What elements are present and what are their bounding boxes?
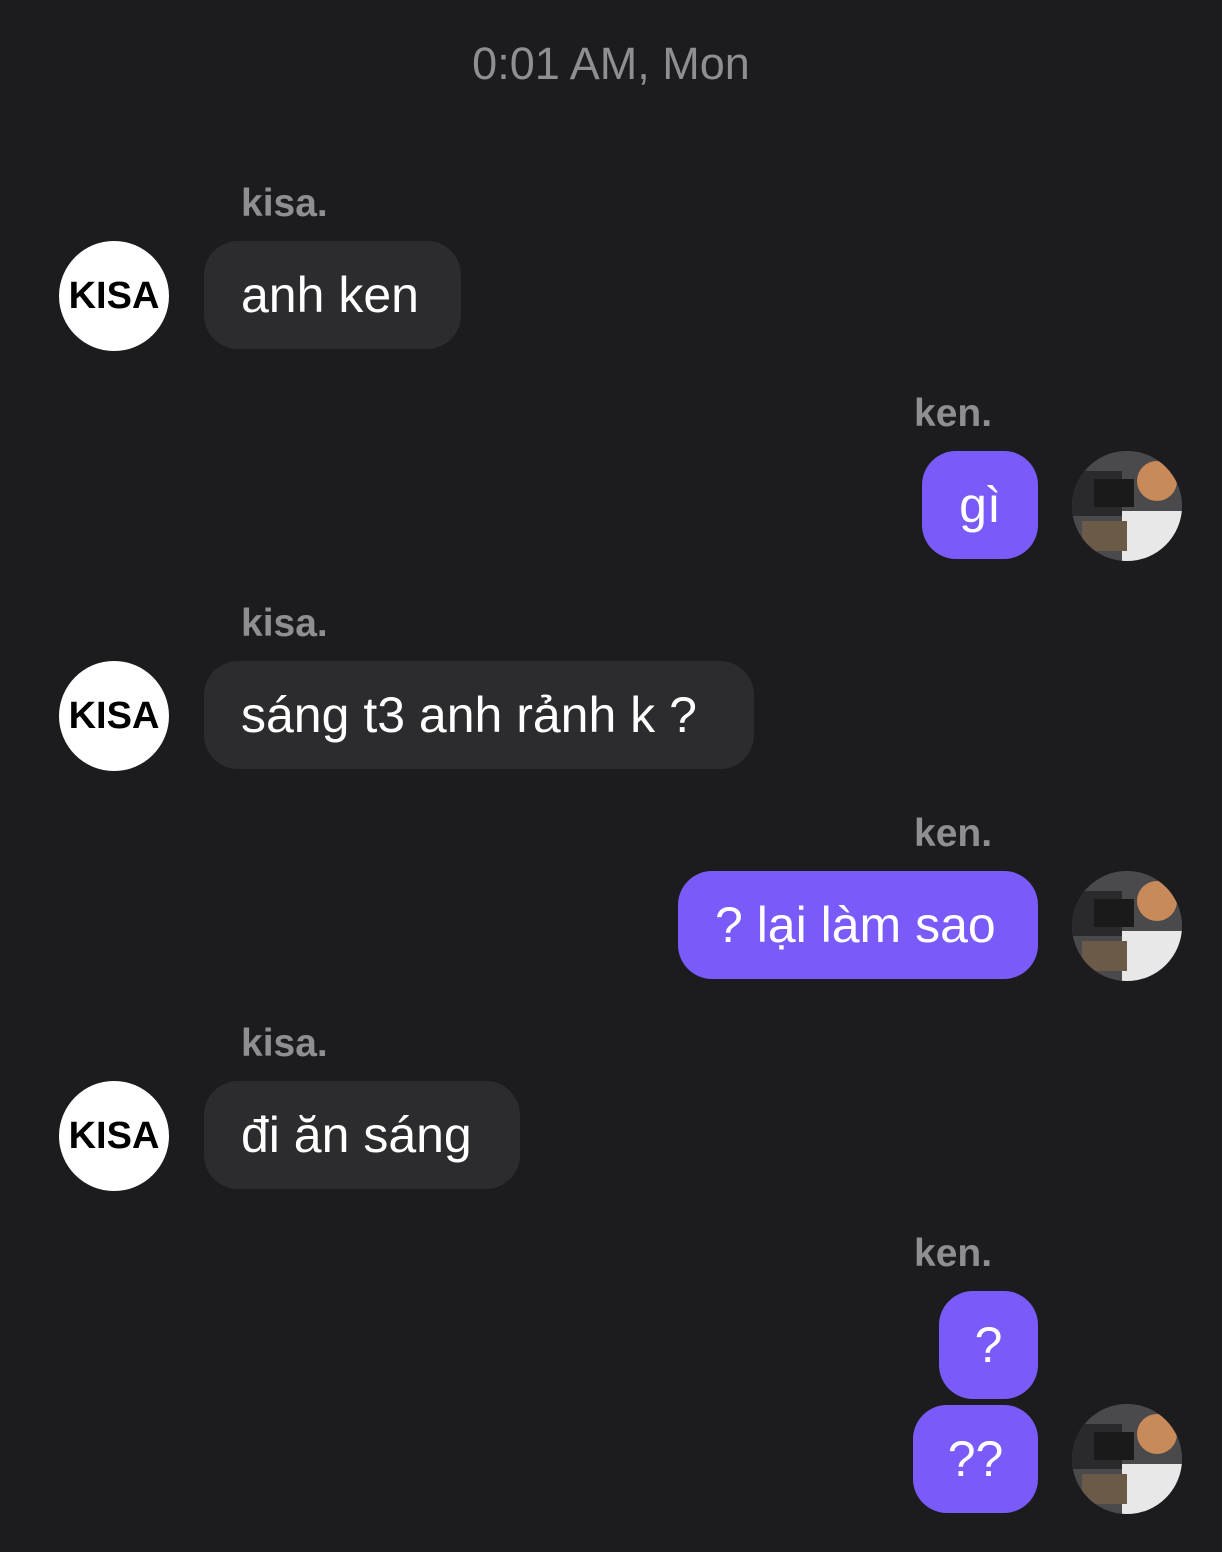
sender-name-ken: ken.	[914, 392, 993, 435]
ken-photo-icon	[1072, 451, 1182, 561]
message-bubble-outgoing[interactable]: ?	[939, 1291, 1038, 1399]
ken-avatar[interactable]	[1072, 871, 1182, 981]
sender-name-kisa: kisa.	[241, 182, 328, 225]
message-bubble-outgoing[interactable]: ? lại làm sao	[678, 871, 1038, 979]
kisa-logo-icon: KISA	[69, 276, 159, 316]
message-bubble-outgoing[interactable]: gì	[922, 451, 1038, 559]
message-bubble-outgoing[interactable]: ??	[913, 1405, 1038, 1513]
ken-avatar[interactable]	[1072, 451, 1182, 561]
ken-avatar[interactable]	[1072, 1404, 1182, 1514]
ken-photo-icon	[1072, 1404, 1182, 1514]
sender-name-ken: ken.	[914, 812, 993, 855]
kisa-logo-icon: KISA	[69, 696, 159, 736]
sender-name-kisa: kisa.	[241, 1022, 328, 1065]
message-bubble-incoming[interactable]: đi ăn sáng	[204, 1081, 520, 1189]
kisa-avatar[interactable]: KISA	[59, 241, 169, 351]
ken-photo-icon	[1072, 871, 1182, 981]
sender-name-ken: ken.	[914, 1232, 993, 1275]
message-bubble-incoming[interactable]: anh ken	[204, 241, 461, 349]
kisa-avatar[interactable]: KISA	[59, 661, 169, 771]
kisa-avatar[interactable]: KISA	[59, 1081, 169, 1191]
svg-text:KISA: KISA	[69, 1116, 159, 1156]
sender-name-kisa: kisa.	[241, 602, 328, 645]
message-bubble-incoming[interactable]: sáng t3 anh rảnh k ?	[204, 661, 754, 769]
svg-text:KISA: KISA	[69, 276, 159, 316]
svg-text:KISA: KISA	[69, 696, 159, 736]
kisa-logo-icon: KISA	[69, 1116, 159, 1156]
conversation-timestamp: 0:01 AM, Mon	[472, 38, 750, 89]
